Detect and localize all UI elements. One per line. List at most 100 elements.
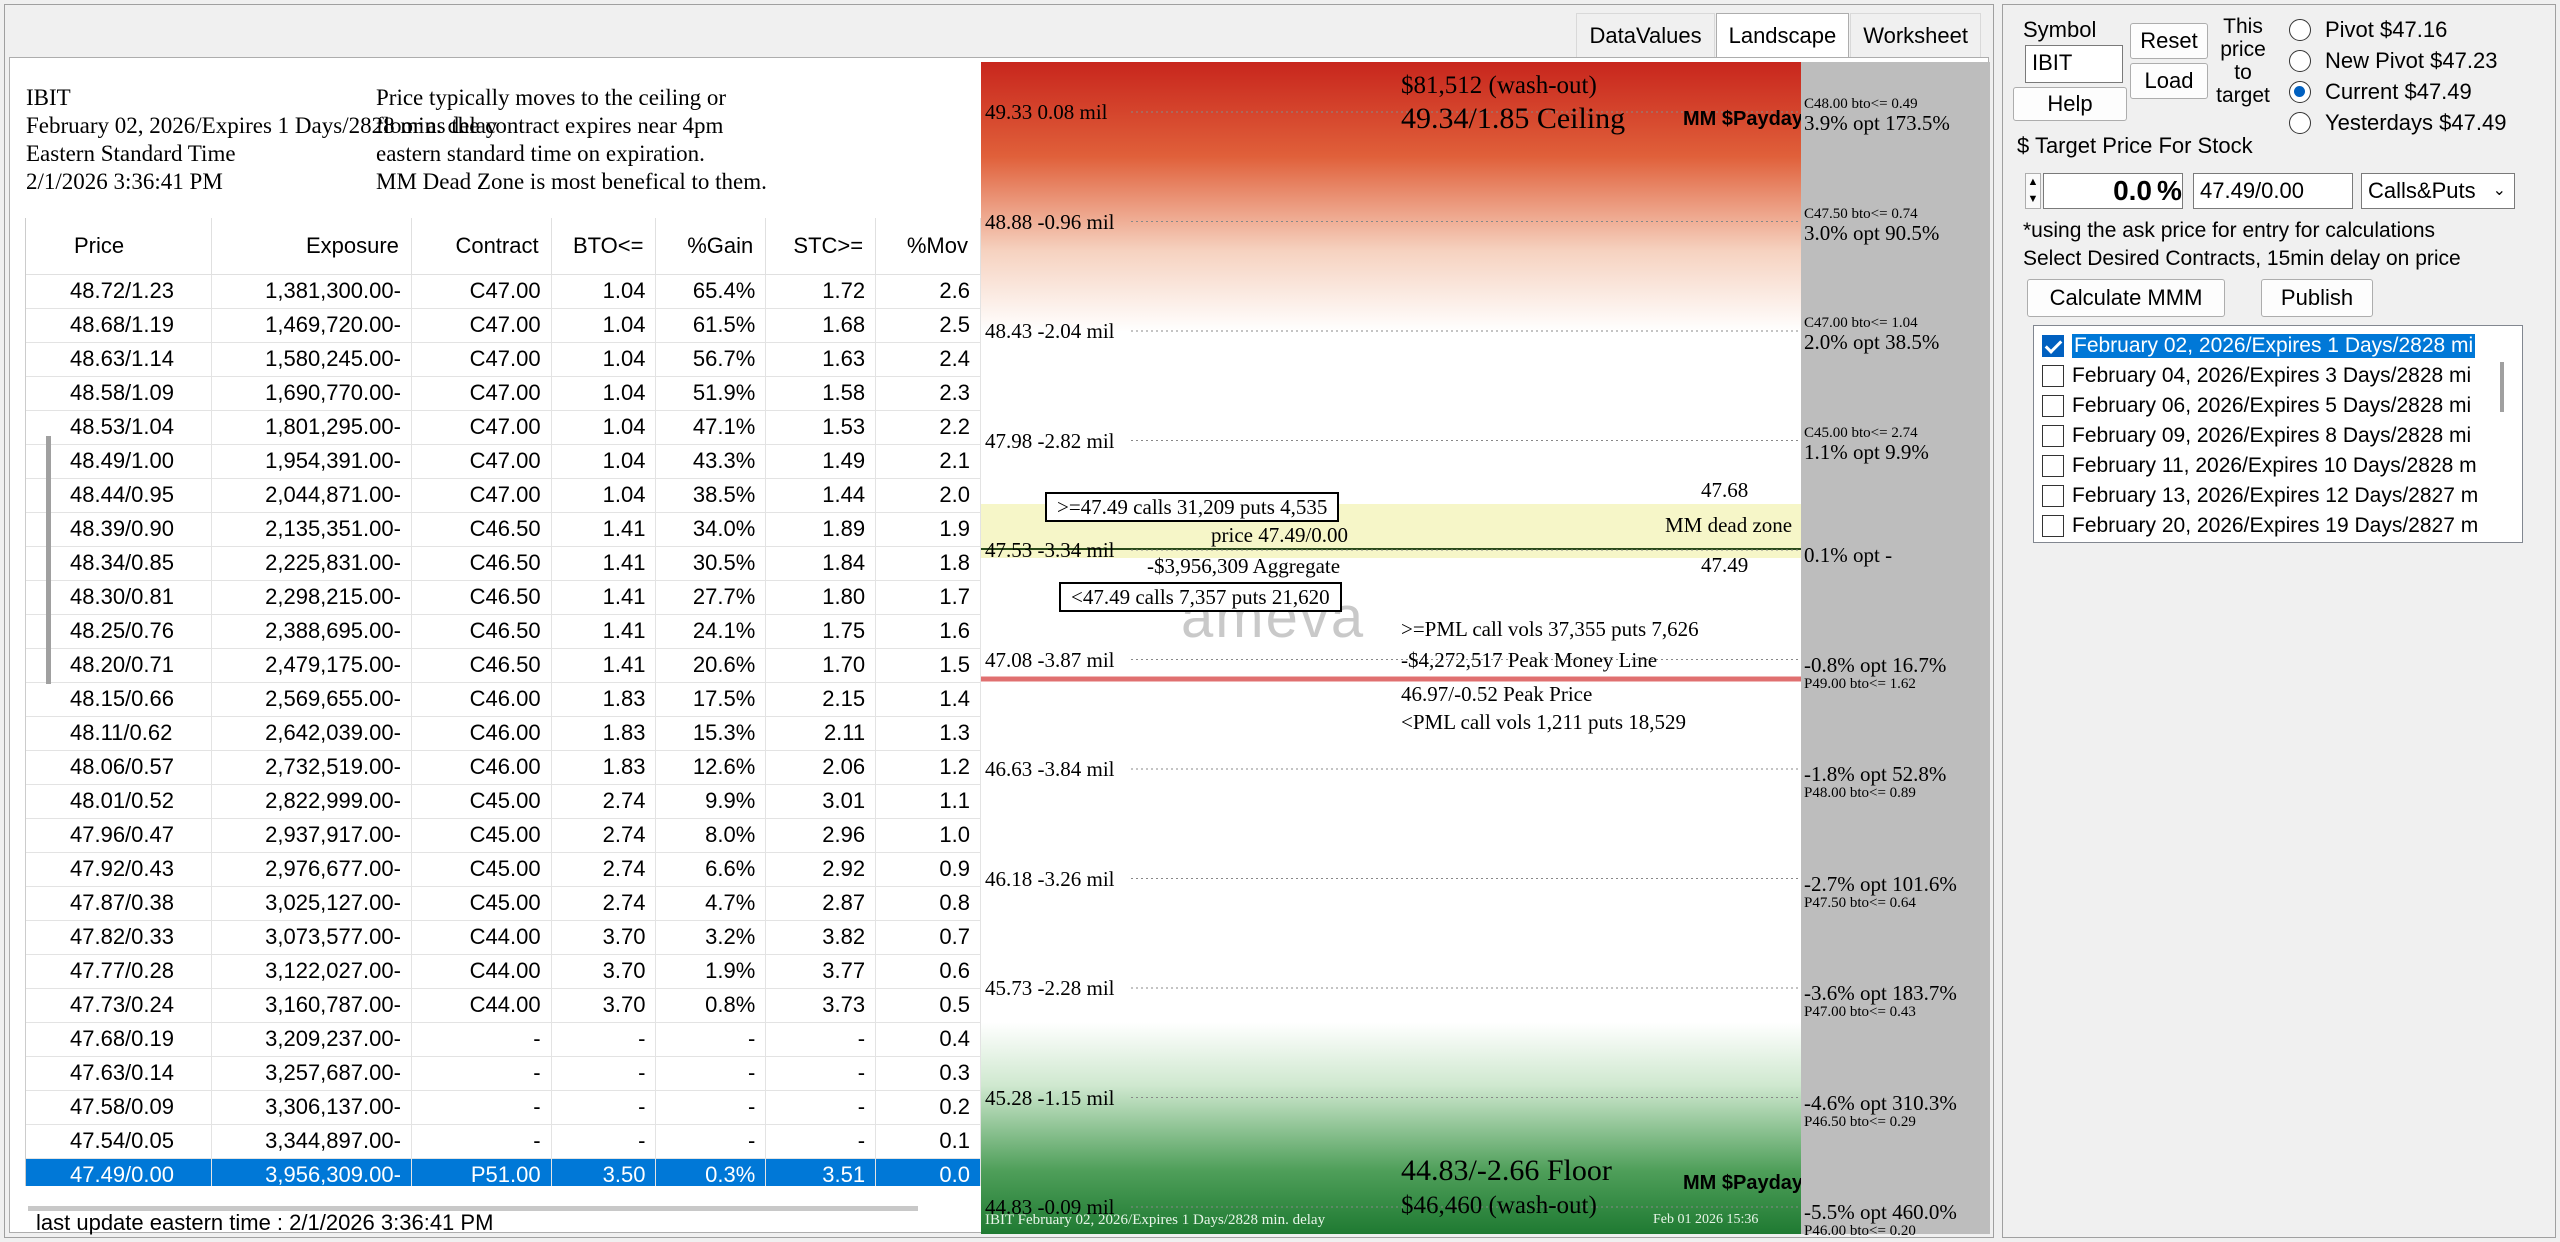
table-cell: 3.82 (765, 920, 877, 955)
table-cell: 0.9 (875, 852, 981, 887)
contract-label: February 09, 2026/Expires 8 Days/2828 mi (2072, 424, 2472, 447)
table-row[interactable]: 48.44/0.95 2,044,871.00- C47.00 1.04 38.5% 1.… (26, 478, 981, 513)
contract-checkbox[interactable] (2042, 425, 2064, 447)
col-header-bto[interactable]: BTO<= (551, 218, 657, 275)
table-row[interactable]: 48.58/1.09 1,690,770.00- C47.00 1.04 51.9% 1.… (26, 376, 981, 411)
table-cell: C47.00 (411, 478, 552, 513)
contract-list-item[interactable]: February 06, 2026/Expires 5 Days/2828 mi (2042, 392, 2471, 420)
table-row[interactable]: 47.77/0.28 3,122,027.00- C44.00 3.70 1.9% 3.7… (26, 954, 981, 989)
table-row[interactable]: 47.49/0.00 3,956,309.00- P51.00 3.50 0.3% 3.5… (26, 1158, 981, 1186)
table-cell: 15.3% (655, 716, 767, 751)
table-row[interactable]: 47.58/0.09 3,306,137.00- - - - -0.2 (26, 1090, 981, 1125)
table-row[interactable]: 48.06/0.57 2,732,519.00- C46.00 1.83 12.6% 2.… (26, 750, 981, 785)
option-pct: 2.0% opt 38.5% (1804, 330, 1940, 354)
table-row[interactable]: 47.63/0.14 3,257,687.00- - - - -0.3 (26, 1056, 981, 1091)
table-cell: 1.4 (875, 682, 981, 717)
contract-checkbox[interactable] (2042, 455, 2064, 477)
contract-list-item[interactable]: February 02, 2026/Expires 1 Days/2828 mi (2042, 332, 2476, 360)
radio-button[interactable] (2289, 19, 2311, 41)
table-row[interactable]: 48.15/0.66 2,569,655.00- C46.00 1.83 17.5% 2.… (26, 682, 981, 717)
option-stat: -1.8% opt 52.8% P48.00 bto<= 0.89 (1804, 763, 1946, 801)
radio-label[interactable]: Pivot $47.16 (2325, 17, 2447, 43)
table-cell: 34.0% (655, 512, 767, 547)
table-cell: 2.4 (875, 342, 981, 377)
contract-checkbox[interactable] (2042, 515, 2064, 537)
floor-washout: $46,460 (wash-out) (1401, 1192, 1597, 1219)
table-row[interactable]: 48.53/1.04 1,801,295.00- C47.00 1.04 47.1% 1.… (26, 410, 981, 445)
table-cell: C47.00 (411, 444, 552, 479)
contract-label: February 11, 2026/Expires 10 Days/2828 m (2072, 454, 2477, 477)
table-cell: - (655, 1022, 767, 1057)
publish-button[interactable]: Publish (2261, 279, 2373, 317)
spin-up-icon[interactable]: ▲ (2026, 174, 2040, 191)
table-row[interactable]: 47.92/0.43 2,976,677.00- C45.00 2.74 6.6% 2.9… (26, 852, 981, 887)
level-label: 46.63 -3.84 mil (985, 757, 1115, 781)
col-header-gain[interactable]: %Gain (655, 218, 767, 275)
radio-button[interactable] (2289, 112, 2311, 134)
table-row[interactable]: 48.01/0.52 2,822,999.00- C45.00 2.74 9.9% 3.0… (26, 784, 981, 819)
table-row[interactable]: 47.68/0.19 3,209,237.00- - - - -0.4 (26, 1022, 981, 1057)
contract-list-item[interactable]: February 20, 2026/Expires 19 Days/2827 m (2042, 512, 2478, 540)
contract-label: February 20, 2026/Expires 19 Days/2827 m (2072, 514, 2479, 537)
level-label: 47.53 -3.34 mil (985, 538, 1115, 562)
contract-list[interactable]: February 02, 2026/Expires 1 Days/2828 mi… (2033, 325, 2523, 543)
col-header-price[interactable]: Price (26, 218, 213, 275)
calculate-mmm-button[interactable]: Calculate MMM (2027, 279, 2225, 317)
load-button[interactable]: Load (2130, 63, 2208, 99)
table-row[interactable]: 47.54/0.05 3,344,897.00- - - - -0.1 (26, 1124, 981, 1159)
col-header-contract[interactable]: Contract (411, 218, 552, 275)
col-header-exposure[interactable]: Exposure (211, 218, 412, 275)
table-row[interactable]: 48.63/1.14 1,580,245.00- C47.00 1.04 56.7% 1.… (26, 342, 981, 377)
table-row[interactable]: 48.30/0.81 2,298,215.00- C46.50 1.41 27.7% 1.… (26, 580, 981, 615)
spin-down-icon[interactable]: ▼ (2026, 191, 2040, 208)
table-row[interactable]: 47.82/0.33 3,073,577.00- C44.00 3.70 3.2% 3.8… (26, 920, 981, 955)
table-row[interactable]: 48.34/0.85 2,225,831.00- C46.50 1.41 30.5% 1.… (26, 546, 981, 581)
contract-list-scrollbar[interactable] (2500, 362, 2504, 412)
table-row[interactable]: 47.87/0.38 3,025,127.00- C45.00 2.74 4.7% 2.8… (26, 886, 981, 921)
table-row[interactable]: 48.25/0.76 2,388,695.00- C46.50 1.41 24.1% 1.… (26, 614, 981, 649)
reset-button[interactable]: Reset (2130, 23, 2208, 59)
table-cell: 1.04 (551, 342, 657, 377)
table-row[interactable]: 48.72/1.23 1,381,300.00- C47.00 1.04 65.4% 1.… (26, 274, 981, 309)
contract-list-item[interactable]: February 13, 2026/Expires 12 Days/2827 m (2042, 482, 2478, 510)
percent-spinner[interactable]: ▲ ▼ (2025, 173, 2041, 209)
table-cell: 3,344,897.00- (211, 1124, 412, 1159)
radio-label[interactable]: Yesterdays $47.49 (2325, 110, 2506, 136)
contract-checkbox[interactable] (2042, 485, 2064, 507)
table-row[interactable]: 48.68/1.19 1,469,720.00- C47.00 1.04 61.5% 1.… (26, 308, 981, 343)
table-row[interactable]: 48.49/1.00 1,954,391.00- C47.00 1.04 43.3% 1.… (26, 444, 981, 479)
symbol-input[interactable]: IBIT (2025, 45, 2123, 83)
table-cell: 1,954,391.00- (211, 444, 412, 479)
table-scrollbar[interactable] (46, 436, 51, 684)
radio-button[interactable] (2289, 50, 2311, 72)
calls-puts-select[interactable]: Calls&Puts ⌄ (2361, 173, 2515, 209)
col-header-move[interactable]: %Mov (875, 218, 981, 275)
contract-list-item[interactable]: February 11, 2026/Expires 10 Days/2828 m (2042, 452, 2477, 480)
col-header-stc[interactable]: STC>= (765, 218, 877, 275)
radio-button[interactable] (2289, 81, 2311, 103)
table-row[interactable]: 48.20/0.71 2,479,175.00- C46.50 1.41 20.6% 1.… (26, 648, 981, 683)
contract-checkbox[interactable] (2042, 335, 2064, 357)
tab-landscape[interactable]: Landscape (1715, 13, 1850, 57)
contract-list-item[interactable]: February 04, 2026/Expires 3 Days/2828 mi (2042, 362, 2471, 390)
radio-label[interactable]: New Pivot $47.23 (2325, 48, 2497, 74)
contract-checkbox[interactable] (2042, 395, 2064, 417)
contract-list-item[interactable]: February 09, 2026/Expires 8 Days/2828 mi (2042, 422, 2471, 450)
table-cell: 48.25/0.76 (26, 614, 213, 649)
option-pct: 1.1% opt 9.9% (1804, 439, 1929, 464)
table-row[interactable]: 47.96/0.47 2,937,917.00- C45.00 2.74 8.0% 2.9… (26, 818, 981, 853)
pml-above-label: >=PML call vols 37,355 puts 7,626 (1401, 617, 1699, 641)
table-cell: 2.87 (765, 886, 877, 921)
exposure-table[interactable]: Price Exposure Contract BTO<= %Gain STC>… (25, 218, 981, 1186)
tab-datavalues[interactable]: DataValues (1576, 13, 1715, 57)
this-price-line: to (2234, 61, 2252, 84)
help-button[interactable]: Help (2013, 87, 2127, 121)
target-price-input[interactable]: 47.49/0.00 (2193, 173, 2353, 209)
table-row[interactable]: 48.39/0.90 2,135,351.00- C46.50 1.41 34.0% 1.… (26, 512, 981, 547)
tab-worksheet[interactable]: Worksheet (1850, 13, 1981, 57)
table-row[interactable]: 47.73/0.24 3,160,787.00- C44.00 3.70 0.8% 3.7… (26, 988, 981, 1023)
radio-label[interactable]: Current $47.49 (2325, 79, 2472, 105)
contract-checkbox[interactable] (2042, 365, 2064, 387)
table-cell: 3,209,237.00- (211, 1022, 412, 1057)
table-row[interactable]: 48.11/0.62 2,642,039.00- C46.00 1.83 15.3% 2.… (26, 716, 981, 751)
